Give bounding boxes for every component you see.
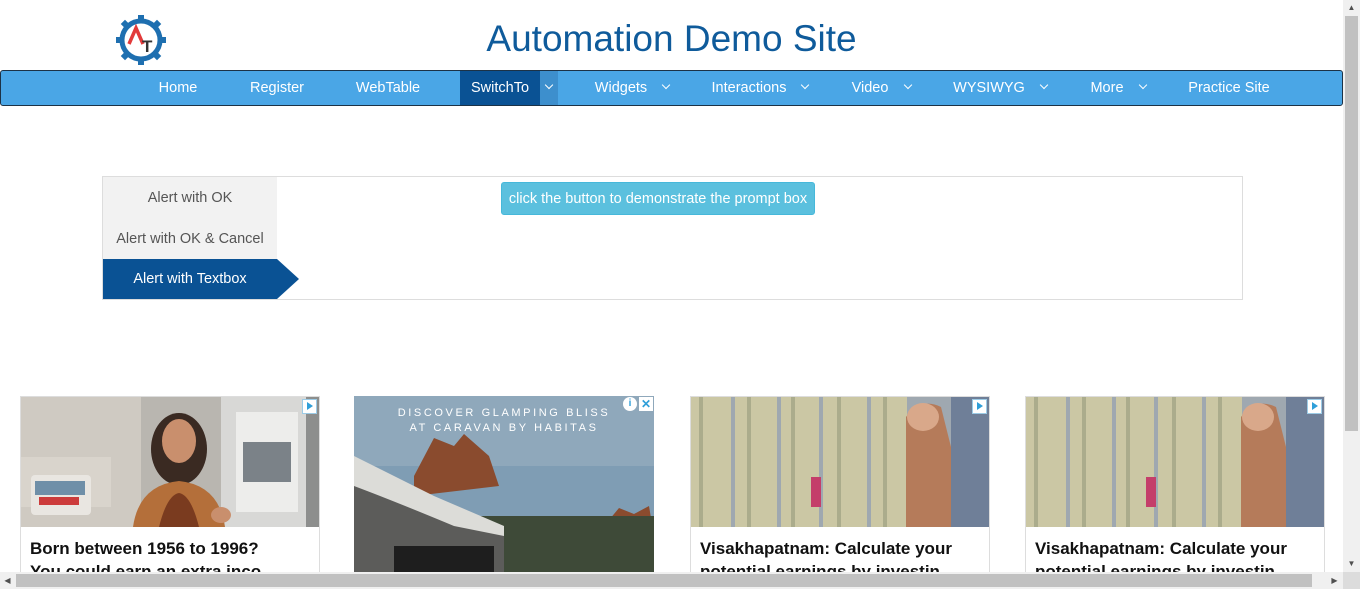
ad-image-glamping: DISCOVER GLAMPING BLISS AT CARAVAN BY HA… [354, 396, 654, 576]
scroll-down-icon[interactable]: ▼ [1343, 556, 1360, 571]
video-dropdown-icon[interactable] [899, 71, 917, 105]
nav-video[interactable]: Video [839, 71, 901, 105]
interactions-dropdown-icon[interactable] [796, 71, 814, 105]
ad-card-4[interactable]: Visakhapatnam: Calculate your potential … [1025, 396, 1325, 578]
scroll-right-icon[interactable]: ▶ [1327, 573, 1342, 588]
adchoices-icon[interactable] [972, 399, 987, 414]
nav-webtable[interactable]: WebTable [344, 71, 432, 105]
widgets-dropdown-icon[interactable] [657, 71, 675, 105]
vertical-scroll-thumb[interactable] [1345, 16, 1358, 431]
scroll-left-icon[interactable]: ◀ [0, 573, 15, 588]
ad-image-atm-woman [21, 397, 319, 527]
nav-more[interactable]: More [1079, 71, 1135, 105]
scroll-up-icon[interactable]: ▲ [1343, 0, 1360, 15]
nav-widgets[interactable]: Widgets [583, 71, 659, 105]
wysiwyg-dropdown-icon[interactable] [1035, 71, 1053, 105]
alerts-panel: Alert with OK Alert with OK & Cancel Ale… [102, 176, 1243, 300]
nav-register[interactable]: Register [239, 71, 315, 105]
vertical-scrollbar[interactable]: ▲ ▼ [1343, 0, 1360, 589]
nav-interactions[interactable]: Interactions [701, 71, 797, 105]
horizontal-scrollbar[interactable]: ◀ ▶ [0, 572, 1343, 589]
prompt-box-button[interactable]: click the button to demonstrate the prom… [501, 182, 815, 215]
alert-tabs: Alert with OK Alert with OK & Cancel Ale… [103, 177, 299, 299]
close-icon[interactable]: ✕ [639, 397, 653, 411]
ad-image-money [691, 397, 989, 527]
nav-practice-site[interactable]: Practice Site [1177, 71, 1281, 105]
nav-switchto[interactable]: SwitchTo [460, 71, 540, 105]
tab-alert-textbox[interactable]: Alert with Textbox [103, 259, 299, 299]
ad-image-money [1026, 397, 1324, 527]
horizontal-scroll-thumb[interactable] [16, 574, 1312, 587]
ad-overlay-text: DISCOVER GLAMPING BLISS AT CARAVAN BY HA… [397, 407, 611, 434]
more-dropdown-icon[interactable] [1134, 71, 1152, 105]
main-navbar: Home Register WebTable SwitchTo Widgets … [0, 70, 1343, 106]
tab-alert-ok-cancel[interactable]: Alert with OK & Cancel [103, 219, 277, 259]
nav-wysiwyg[interactable]: WYSIWYG [943, 71, 1035, 105]
ad-card-1[interactable]: Born between 1956 to 1996? You could ear… [20, 396, 320, 578]
adchoices-icon[interactable] [1307, 399, 1322, 414]
scrollbar-corner [1343, 572, 1360, 589]
tab-alert-ok[interactable]: Alert with OK [103, 178, 277, 218]
switchto-dropdown-icon[interactable] [540, 71, 558, 105]
ad-card-3[interactable]: Visakhapatnam: Calculate your potential … [690, 396, 990, 578]
page-title: Automation Demo Site [486, 18, 857, 59]
nav-home[interactable]: Home [147, 71, 209, 105]
info-icon[interactable]: i [623, 397, 637, 411]
adchoices-icon[interactable] [302, 399, 317, 414]
ad-card-2[interactable]: DISCOVER GLAMPING BLISS AT CARAVAN BY HA… [354, 396, 654, 576]
